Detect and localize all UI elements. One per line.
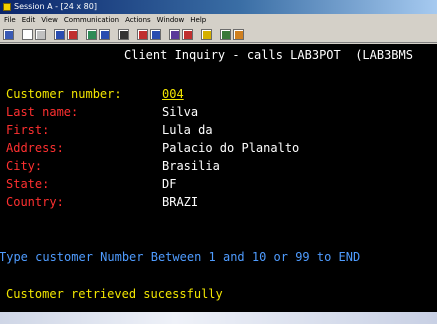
menu-actions[interactable]: Actions	[125, 14, 151, 27]
macro-icon[interactable]	[118, 29, 129, 40]
state-label: State:	[6, 177, 50, 191]
paste-icon[interactable]	[35, 29, 46, 40]
menu-edit[interactable]: Edit	[22, 14, 36, 27]
terminal-screen[interactable]: Client Inquiry - calls LAB3POT (LAB3BMS …	[0, 44, 437, 312]
menu-bar: File Edit View Communication Actions Win…	[0, 14, 437, 27]
last-name-label: Last name:	[6, 105, 79, 119]
receive-icon[interactable]	[67, 29, 78, 40]
menu-file[interactable]: File	[4, 14, 16, 27]
city-value: Brasilia	[162, 159, 220, 173]
screen-header: Client Inquiry - calls LAB3POT (LAB3BMS	[124, 48, 413, 62]
customer-number-field[interactable]: 004	[162, 87, 184, 101]
address-value: Palacio do Planalto	[162, 141, 300, 155]
city-label: City:	[6, 159, 43, 173]
menu-view[interactable]: View	[41, 14, 58, 27]
window-title: Session A - [24 x 80]	[14, 2, 97, 11]
menu-help[interactable]: Help	[190, 14, 206, 27]
first-name-value: Lula da	[162, 123, 213, 137]
toolbar	[0, 27, 437, 43]
color-icon[interactable]	[182, 29, 193, 40]
quick-key-icon[interactable]	[169, 29, 180, 40]
prompt-message: Type customer Number Between 1 and 10 or…	[0, 250, 361, 264]
help-icon[interactable]	[201, 29, 212, 40]
address-label: Address:	[6, 141, 64, 155]
connect-icon[interactable]	[220, 29, 231, 40]
menu-window[interactable]: Window	[157, 14, 185, 27]
play-icon[interactable]	[150, 29, 161, 40]
country-value: BRAZI	[162, 195, 199, 209]
terminal-emulator-window: Session A - [24 x 80] File Edit View Com…	[0, 0, 437, 312]
send-icon[interactable]	[54, 29, 65, 40]
copy-icon[interactable]	[22, 29, 33, 40]
customer-number-label: Customer number:	[6, 87, 122, 101]
record-icon[interactable]	[137, 29, 148, 40]
state-value: DF	[162, 177, 177, 191]
print-icon[interactable]	[3, 29, 14, 40]
menu-communication[interactable]: Communication	[64, 14, 119, 27]
keyboard-icon[interactable]	[99, 29, 110, 40]
status-message: Customer retrieved sucessfully	[6, 287, 223, 301]
session-icon	[3, 3, 11, 11]
title-bar: Session A - [24 x 80]	[0, 0, 437, 14]
last-name-value: Silva	[162, 105, 199, 119]
first-name-label: First:	[6, 123, 50, 137]
country-label: Country:	[6, 195, 64, 209]
edit-icon[interactable]	[233, 29, 244, 40]
display-icon[interactable]	[86, 29, 97, 40]
